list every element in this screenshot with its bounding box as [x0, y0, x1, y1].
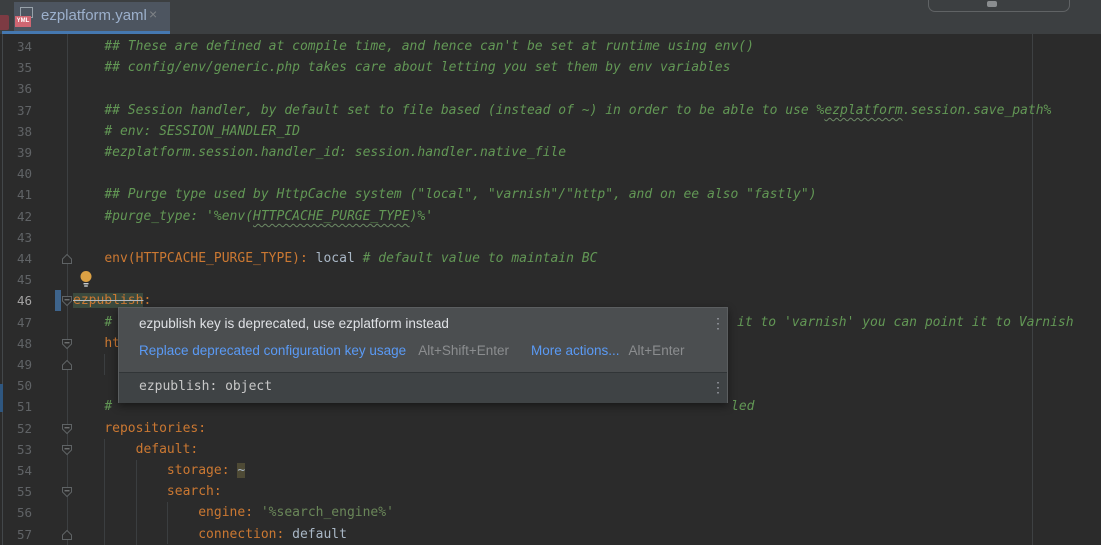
replace-action-shortcut: Alt+Shift+Enter — [418, 343, 509, 358]
code-line: 54 storage: ~ — [0, 460, 1101, 481]
kebab-menu-icon[interactable]: ⋮ — [711, 316, 725, 330]
popup-doc-section: ezpublish: object ⋮ — [119, 372, 727, 403]
line-number: 39 — [8, 142, 32, 163]
line-number: 34 — [8, 36, 32, 57]
code-line: 45 — [0, 269, 1101, 290]
line-number: 57 — [8, 524, 32, 545]
code-line: 44 env(HTTPCACHE_PURGE_TYPE): local # de… — [0, 248, 1101, 269]
line-number: 43 — [8, 227, 32, 248]
line-number: 52 — [8, 418, 32, 439]
more-actions-shortcut: Alt+Enter — [629, 343, 685, 358]
popup-main-section: ezpublish key is deprecated, use ezplatf… — [119, 308, 727, 372]
popup-title: ezpublish key is deprecated, use ezplatf… — [139, 316, 449, 331]
line-number: 44 — [8, 248, 32, 269]
line-number: 42 — [8, 206, 32, 227]
line-number: 55 — [8, 481, 32, 502]
code-line: 38 # env: SESSION_HANDLER_ID — [0, 121, 1101, 142]
fold-marker-icon[interactable] — [61, 294, 73, 306]
editor-tab-bar: YML ezplatform.yaml × — [0, 0, 1101, 34]
tab-close-icon[interactable]: × — [149, 6, 157, 22]
code-line: 55 search: — [0, 481, 1101, 502]
fold-marker-icon[interactable] — [61, 358, 73, 370]
code-line: 56 engine: '%search_engine%' — [0, 502, 1101, 523]
line-number: 37 — [8, 100, 32, 121]
line-number: 50 — [8, 375, 32, 396]
line-number: 40 — [8, 163, 32, 184]
line-number: 56 — [8, 502, 32, 523]
code-line: 52 repositories: — [0, 418, 1101, 439]
yaml-file-icon: YML — [15, 6, 33, 28]
code-line: 57 connection: default — [0, 524, 1101, 545]
code-line: 41 ## Purge type used by HttpCache syste… — [0, 184, 1101, 205]
code-line: 35 ## config/env/generic.php takes care … — [0, 57, 1101, 78]
line-number: 54 — [8, 460, 32, 481]
line-number: 36 — [8, 78, 32, 99]
more-actions-link[interactable]: More actions... — [531, 343, 620, 358]
fold-marker-icon[interactable] — [61, 252, 73, 264]
active-tab-underline — [2, 31, 170, 34]
line-number: 47 — [8, 312, 32, 333]
fold-marker-icon[interactable] — [61, 528, 73, 540]
cutoff-file-icon — [0, 15, 9, 30]
fold-marker-icon[interactable] — [61, 422, 73, 434]
code-line: 36 — [0, 78, 1101, 99]
popup-actions-row: Replace deprecated configuration key usa… — [139, 343, 684, 358]
fold-marker-icon[interactable] — [61, 485, 73, 497]
code-line: 37 ## Session handler, by default set to… — [0, 100, 1101, 121]
tab-title[interactable]: ezplatform.yaml — [41, 7, 147, 24]
toolbar-widget-icon — [987, 1, 997, 7]
code-line: 39 #ezplatform.session.handler_id: sessi… — [0, 142, 1101, 163]
code-line: 34 ## These are defined at compile time,… — [0, 36, 1101, 57]
line-number: 45 — [8, 269, 32, 290]
code-line: 53 default: — [0, 439, 1101, 460]
line-number: 51 — [8, 396, 32, 417]
code-line: 40 — [0, 163, 1101, 184]
line-number: 38 — [8, 121, 32, 142]
ide-window: 34 ## These are defined at compile time,… — [0, 0, 1101, 545]
line-number: 48 — [8, 333, 32, 354]
intention-bulb-icon[interactable] — [79, 270, 93, 287]
replace-action-link[interactable]: Replace deprecated configuration key usa… — [139, 343, 406, 358]
toolbar-widget-cutoff[interactable] — [928, 0, 1070, 12]
line-number: 49 — [8, 354, 32, 375]
fold-marker-icon[interactable] — [61, 337, 73, 349]
intention-popup: ezpublish key is deprecated, use ezplatf… — [118, 307, 728, 403]
fold-marker-icon[interactable] — [61, 443, 73, 455]
yml-badge-icon: YML — [15, 16, 31, 27]
line-number: 41 — [8, 184, 32, 205]
code-line: 43 — [0, 227, 1101, 248]
line-number: 35 — [8, 57, 32, 78]
code-line: 42 #purge_type: '%env(HTTPCACHE_PURGE_TY… — [0, 206, 1101, 227]
line-number: 53 — [8, 439, 32, 460]
kebab-menu-icon[interactable]: ⋮ — [711, 380, 725, 394]
line-number: 46 — [8, 290, 32, 311]
doc-text: ezpublish: object — [139, 379, 272, 394]
